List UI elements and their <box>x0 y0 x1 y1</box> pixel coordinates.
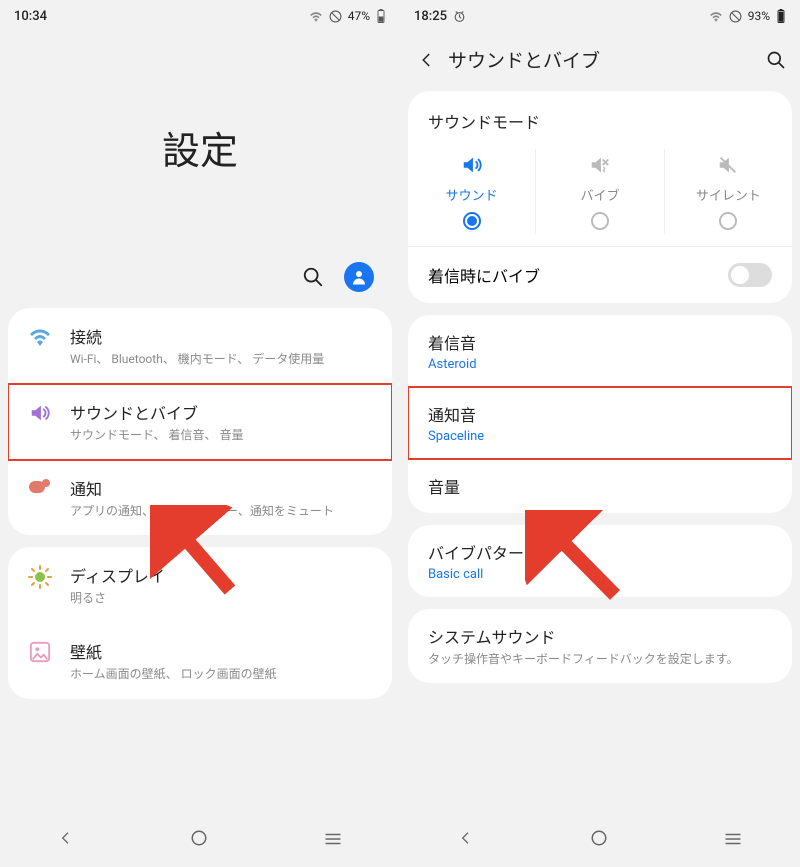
nav-recents-icon[interactable] <box>724 831 742 850</box>
back-button[interactable] <box>410 51 444 69</box>
mode-option-silent[interactable]: サイレント <box>665 149 792 234</box>
alarm-icon <box>453 10 466 23</box>
row-description: タッチ操作音やキーボードフィードバックを設定します。 <box>428 651 772 668</box>
brightness-icon <box>26 563 54 589</box>
ringtone-row[interactable]: 着信音 Asteroid <box>408 315 792 387</box>
mute-icon <box>717 153 739 177</box>
system-sound-row[interactable]: システムサウンド タッチ操作音やキーボードフィードバックを設定します。 <box>408 609 792 683</box>
page-title: 設定 <box>162 120 238 175</box>
radio-icon <box>719 212 737 230</box>
speaker-icon <box>26 400 54 424</box>
status-time: 18:25 <box>414 9 447 24</box>
nav-home-icon[interactable] <box>590 829 608 851</box>
vibrate-icon <box>589 153 611 177</box>
nav-recents-icon[interactable] <box>324 831 342 850</box>
radio-checked-icon <box>463 212 481 230</box>
status-icons: 47% <box>309 9 386 24</box>
row-title: 通知 <box>70 476 374 500</box>
status-icons: 93% <box>709 9 786 24</box>
row-title: 着信音 <box>428 330 772 354</box>
vibrate-on-ring-row[interactable]: 着信時にバイブ <box>408 247 792 303</box>
row-subtitle: 明るさ <box>70 590 374 607</box>
page-header: サウンドとバイブ <box>400 32 800 91</box>
settings-item-display[interactable]: ディスプレイ 明るさ <box>8 547 392 623</box>
row-subtitle: アプリの通知、ステータスバー、通知をミュート <box>70 503 374 520</box>
row-title: サウンドとバイブ <box>70 400 374 424</box>
settings-screen-left: 10:34 47% 設定 <box>0 0 400 867</box>
wifi-icon <box>309 10 323 22</box>
settings-group-1: 接続 Wi-Fi、 Bluetooth、 機内モード、 データ使用量 サウンドと… <box>8 308 392 535</box>
row-value: Basic call <box>428 567 772 582</box>
page-title-area: 設定 <box>0 32 400 262</box>
vibration-pattern-row[interactable]: バイブパターン Basic call <box>408 525 792 597</box>
row-title: 着信時にバイブ <box>428 263 540 287</box>
sound-mode-card: サウンドモード サウンド バイブ サイレント <box>408 91 792 303</box>
mode-label: サウンド <box>446 185 498 204</box>
mode-option-vibrate[interactable]: バイブ <box>536 149 664 234</box>
status-bar: 10:34 47% <box>0 0 400 32</box>
profile-icon <box>344 262 374 292</box>
nav-bar <box>400 819 800 861</box>
settings-item-wallpaper[interactable]: 壁紙 ホーム画面の壁紙、 ロック画面の壁紙 <box>8 623 392 699</box>
radio-icon <box>591 212 609 230</box>
battery-percent: 93% <box>748 9 770 23</box>
mode-label: サイレント <box>696 185 761 204</box>
sound-settings-card: 着信音 Asteroid 通知音 Spaceline 音量 <box>408 315 792 513</box>
sound-screen-right: 18:25 93% サウンドとバイブ サウンドモード <box>400 0 800 867</box>
search-button[interactable] <box>766 50 786 70</box>
row-title: バイブパターン <box>428 540 772 564</box>
mode-label: バイブ <box>580 185 619 204</box>
nav-back-icon[interactable] <box>58 830 74 850</box>
nav-home-icon[interactable] <box>190 829 208 851</box>
battery-percent: 47% <box>348 9 370 23</box>
row-title: 接続 <box>70 324 374 348</box>
notification-sound-row[interactable]: 通知音 Spaceline <box>408 387 792 459</box>
status-time: 10:34 <box>14 9 47 24</box>
settings-group-2: ディスプレイ 明るさ 壁紙 ホーム画面の壁紙、 ロック画面の壁紙 <box>8 547 392 699</box>
nav-bar <box>0 819 400 861</box>
status-bar: 18:25 93% <box>400 0 800 32</box>
toggle-switch[interactable] <box>728 263 772 287</box>
search-button[interactable] <box>302 266 324 288</box>
sound-mode-heading: サウンドモード <box>408 91 792 143</box>
battery-icon <box>776 9 786 24</box>
volume-row[interactable]: 音量 <box>408 459 792 513</box>
no-symbol-icon <box>329 10 342 23</box>
row-title: 壁紙 <box>70 639 374 663</box>
row-subtitle: ホーム画面の壁紙、 ロック画面の壁紙 <box>70 666 374 683</box>
row-subtitle: Wi-Fi、 Bluetooth、 機内モード、 データ使用量 <box>70 351 374 368</box>
row-title: 通知音 <box>428 402 772 426</box>
row-value: Asteroid <box>428 357 772 372</box>
profile-button[interactable] <box>344 262 374 292</box>
settings-item-connection[interactable]: 接続 Wi-Fi、 Bluetooth、 機内モード、 データ使用量 <box>8 308 392 384</box>
battery-icon <box>376 9 386 24</box>
mode-option-sound[interactable]: サウンド <box>408 149 536 234</box>
nav-back-icon[interactable] <box>458 830 474 850</box>
wifi-icon <box>26 324 54 346</box>
notification-icon <box>26 476 54 496</box>
vibration-pattern-card: バイブパターン Basic call <box>408 525 792 597</box>
speaker-icon <box>461 153 483 177</box>
row-title: ディスプレイ <box>70 563 374 587</box>
wifi-icon <box>709 10 723 22</box>
row-value: Spaceline <box>428 429 772 444</box>
row-title: システムサウンド <box>428 624 772 648</box>
row-subtitle: サウンドモード、 着信音、 音量 <box>70 427 374 444</box>
page-title: サウンドとバイブ <box>448 46 766 73</box>
settings-item-sound[interactable]: サウンドとバイブ サウンドモード、 着信音、 音量 <box>8 384 392 460</box>
row-title: 音量 <box>428 474 772 498</box>
system-sound-card: システムサウンド タッチ操作音やキーボードフィードバックを設定します。 <box>408 609 792 683</box>
wallpaper-icon <box>26 639 54 663</box>
settings-item-notif[interactable]: 通知 アプリの通知、ステータスバー、通知をミュート <box>8 460 392 536</box>
no-symbol-icon <box>729 10 742 23</box>
